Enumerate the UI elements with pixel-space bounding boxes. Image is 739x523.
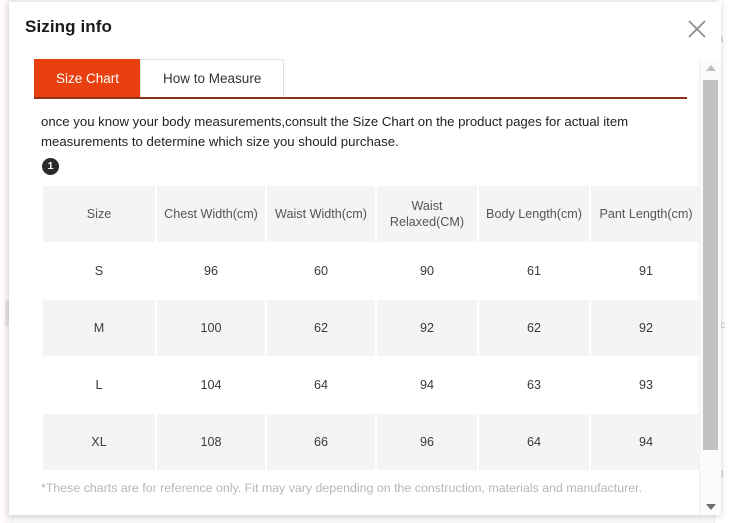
page-root: a ic g Sizing info Size Chart: [0, 0, 739, 523]
cell-waist-relaxed: 92: [377, 300, 477, 356]
cell-size: XL: [43, 414, 155, 470]
scrollbar-down-button[interactable]: [700, 498, 721, 515]
tab-how-to-measure[interactable]: How to Measure: [140, 59, 285, 97]
table-row: L 104 64 94 63 93: [43, 357, 699, 413]
cell-waist-relaxed: 94: [377, 357, 477, 413]
cell-body-length: 64: [479, 414, 589, 470]
cell-chest-width: 108: [157, 414, 265, 470]
disclaimer-text: *These charts are for reference only. Fi…: [41, 481, 643, 495]
modal-body: Size Chart How to Measure once you know …: [9, 59, 721, 515]
scrollbar-track[interactable]: [700, 76, 721, 498]
modal-content-pane: Size Chart How to Measure once you know …: [9, 59, 699, 515]
column-header-size: Size: [43, 186, 155, 242]
cell-pant-length: 93: [591, 357, 699, 413]
size-chart-table: Size Chest Width(cm) Waist Width(cm) Wai…: [41, 185, 699, 471]
table-row: S 96 60 90 61 91: [43, 243, 699, 299]
cell-body-length: 62: [479, 300, 589, 356]
vertical-scrollbar[interactable]: [699, 59, 721, 515]
cell-pant-length: 94: [591, 414, 699, 470]
cell-size: L: [43, 357, 155, 413]
tab-bar: Size Chart How to Measure: [34, 59, 699, 97]
cell-pant-length: 91: [591, 243, 699, 299]
close-button[interactable]: [682, 14, 712, 44]
step-badge: 1: [42, 158, 59, 175]
tab-size-chart[interactable]: Size Chart: [34, 59, 142, 97]
cell-size: M: [43, 300, 155, 356]
cell-pant-length: 92: [591, 300, 699, 356]
column-header-body-length: Body Length(cm): [479, 186, 589, 242]
tab-underline: [34, 97, 687, 99]
column-header-waist-relaxed: Waist Relaxed(CM): [377, 186, 477, 242]
chevron-up-icon: [705, 64, 716, 71]
column-header-chest-width: Chest Width(cm): [157, 186, 265, 242]
modal-header: Sizing info: [9, 2, 721, 59]
tab-how-to-measure-label: How to Measure: [163, 71, 262, 86]
chevron-down-icon: [705, 503, 716, 510]
table-row: M 100 62 92 62 92: [43, 300, 699, 356]
table-header-row: Size Chest Width(cm) Waist Width(cm) Wai…: [43, 186, 699, 242]
scrollbar-up-button[interactable]: [700, 59, 721, 76]
page-title: Sizing info: [25, 17, 113, 36]
column-header-waist-relaxed-line2: Relaxed(CM): [389, 215, 465, 229]
cell-waist-relaxed: 96: [377, 414, 477, 470]
cell-body-length: 63: [479, 357, 589, 413]
sizing-info-modal: Sizing info Size Chart How to Measure on…: [9, 2, 721, 515]
column-header-waist-width: Waist Width(cm): [267, 186, 375, 242]
scrollbar-thumb[interactable]: [703, 80, 718, 450]
cell-size: S: [43, 243, 155, 299]
cell-chest-width: 100: [157, 300, 265, 356]
cell-body-length: 61: [479, 243, 589, 299]
cell-waist-width: 64: [267, 357, 375, 413]
close-icon: [686, 18, 708, 40]
table-row: XL 108 66 96 64 94: [43, 414, 699, 470]
cell-waist-width: 60: [267, 243, 375, 299]
column-header-pant-length: Pant Length(cm): [591, 186, 699, 242]
cell-chest-width: 96: [157, 243, 265, 299]
intro-text: once you know your body measurements,con…: [41, 114, 629, 149]
cell-waist-width: 62: [267, 300, 375, 356]
cell-chest-width: 104: [157, 357, 265, 413]
cell-waist-relaxed: 90: [377, 243, 477, 299]
background-text-fragment: g: [718, 468, 738, 479]
tab-size-chart-label: Size Chart: [56, 70, 120, 86]
column-header-waist-relaxed-line1: Waist: [411, 199, 443, 213]
background-text-fragment: a: [718, 34, 738, 45]
background-text-fragment: ic: [718, 320, 726, 331]
cell-waist-width: 66: [267, 414, 375, 470]
